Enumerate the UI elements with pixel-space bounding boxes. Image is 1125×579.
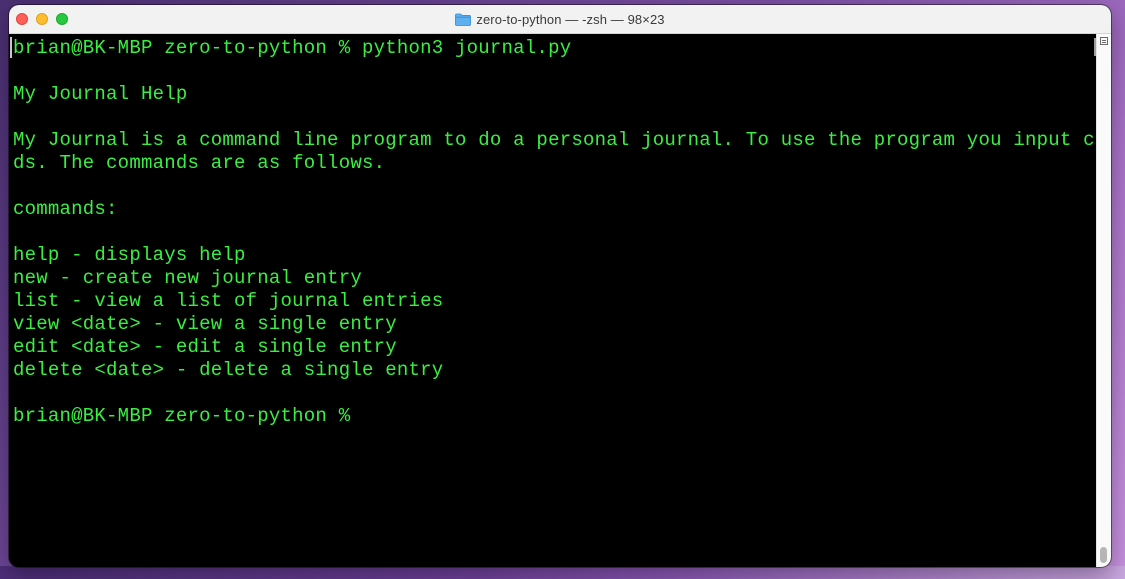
terminal-line: commands: [13,198,118,220]
folder-icon [455,13,472,26]
window-title: zero-to-python — -zsh — 98×23 [9,5,1111,33]
terminal-line: list - view a list of journal entries [13,290,444,312]
terminal-line: My Journal is a command line program to … [13,129,1097,151]
terminal-line: My Journal Help [13,83,188,105]
terminal-line: delete <date> - delete a single entry [13,359,444,381]
terminal-output: brian@BK-MBP zero-to-python % python3 jo… [13,37,1097,428]
mark-bracket-left [10,37,12,58]
terminal-line: edit <date> - edit a single entry [13,336,397,358]
terminal-line: help - displays help [13,244,246,266]
terminal-content[interactable]: brian@BK-MBP zero-to-python % python3 jo… [9,34,1097,567]
terminal-line: brian@BK-MBP zero-to-python % python3 jo… [13,37,572,59]
scroll-thumb[interactable] [1100,547,1107,563]
terminal-prompt-line: brian@BK-MBP zero-to-python % [13,405,351,427]
desktop-background [0,566,1125,579]
terminal-line: new - create new journal entry [13,267,362,289]
title-bar[interactable]: zero-to-python — -zsh — 98×23 [9,5,1111,34]
scrollbar[interactable] [1096,34,1111,567]
split-view-icon[interactable] [1100,37,1108,45]
terminal-line: ds. The commands are as follows. [13,152,386,174]
window-title-text: zero-to-python — -zsh — 98×23 [476,11,665,27]
terminal-line: view <date> - view a single entry [13,313,397,335]
terminal-window: zero-to-python — -zsh — 98×23 brian@BK-M… [9,5,1111,567]
